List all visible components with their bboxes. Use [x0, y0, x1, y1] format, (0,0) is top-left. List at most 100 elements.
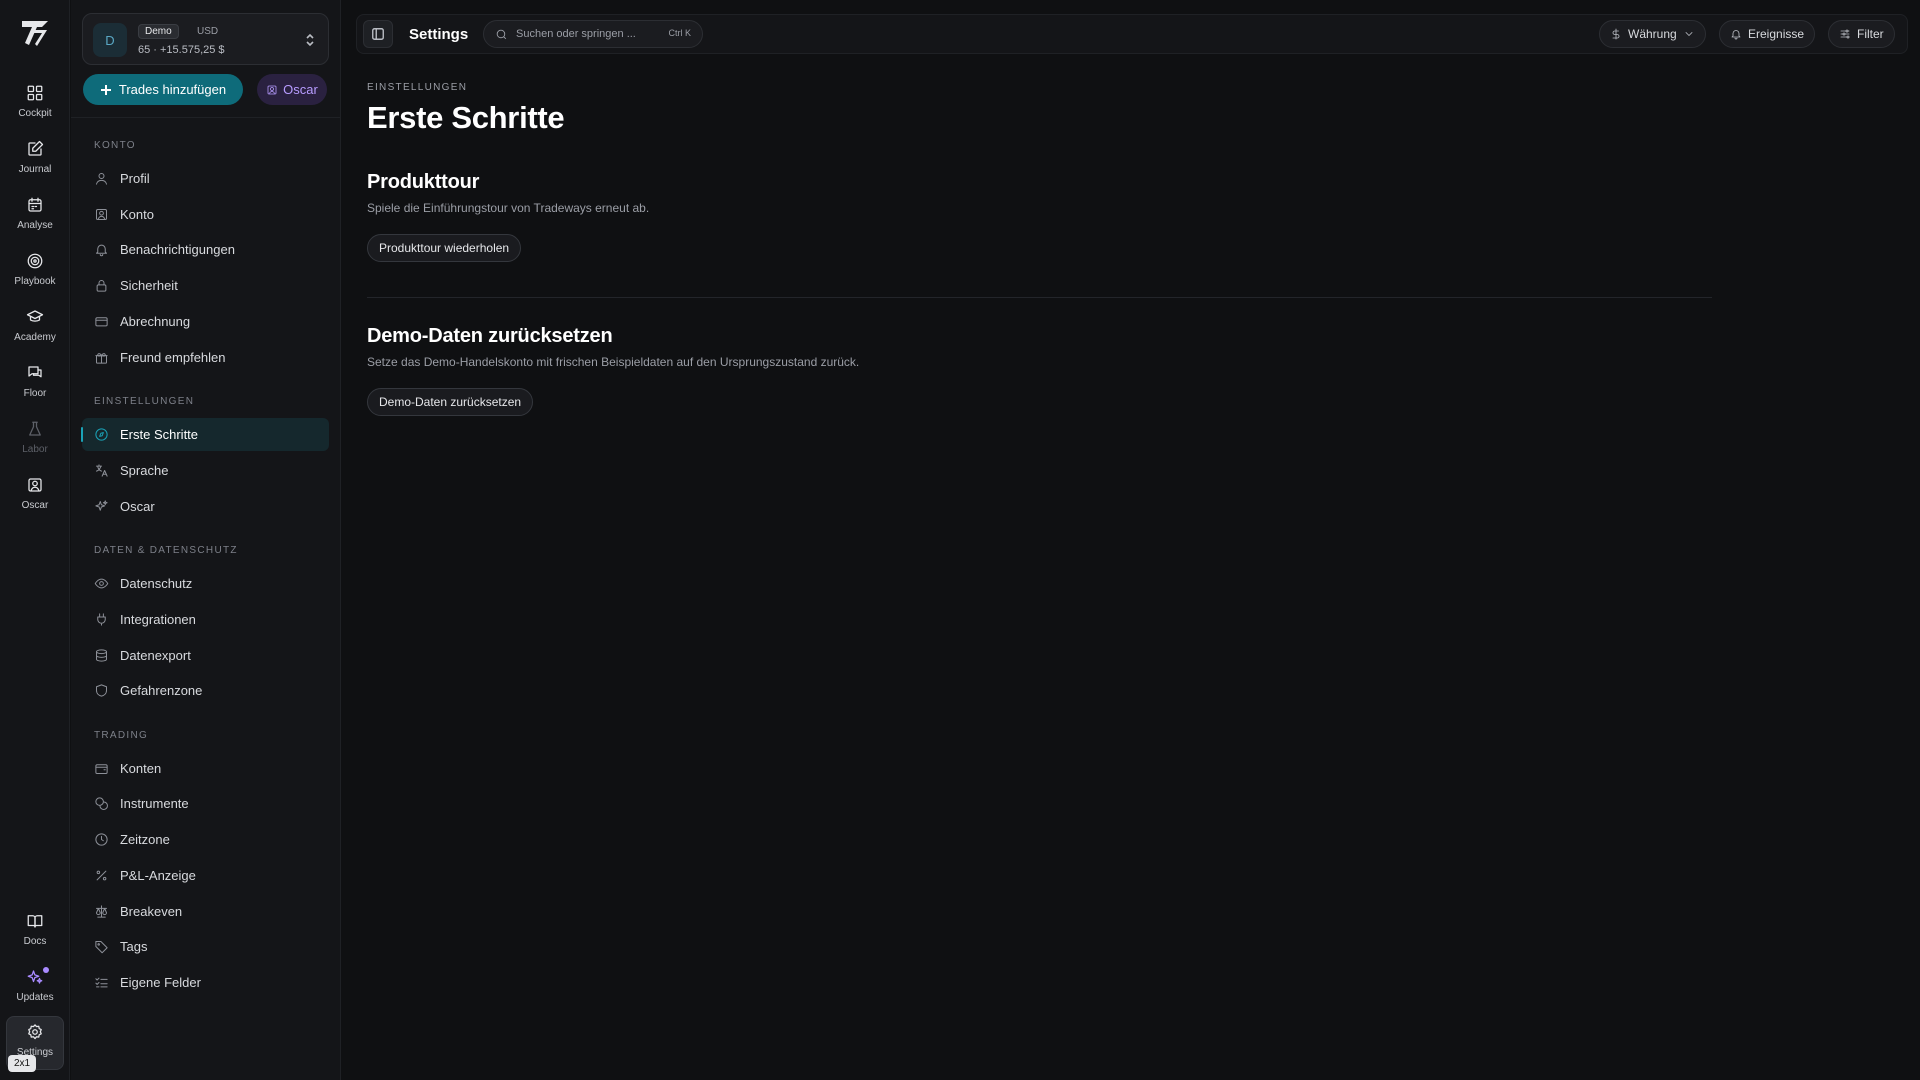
chevron-up-down-icon [304, 32, 316, 48]
sidebar-item-label: Benachrichtigungen [120, 242, 235, 257]
sidebar-item-konten[interactable]: Konten [82, 752, 329, 785]
rail-item-updates[interactable]: Updates [6, 962, 64, 1014]
sidebar-item-konto[interactable]: Konto [82, 198, 329, 231]
sidebar-item-zeitzone[interactable]: Zeitzone [82, 823, 329, 856]
currency-dropdown[interactable]: Währung [1599, 20, 1706, 48]
sidebar-item-benachrichtigungen[interactable]: Benachrichtigungen [82, 233, 329, 266]
list-check-icon [95, 977, 108, 988]
page-heading: Erste Schritte [367, 100, 565, 135]
sidebar-item-sicherheit[interactable]: Sicherheit [82, 269, 329, 302]
page-title: Settings [409, 26, 469, 43]
rail-item-playbook[interactable]: Playbook [6, 246, 64, 298]
sidebar-toggle-button[interactable] [363, 20, 393, 48]
sidebar-item-gefahrenzone[interactable]: Gefahrenzone [82, 674, 329, 707]
oscar-button[interactable]: Oscar [257, 74, 327, 105]
rail-item-labor[interactable]: Labor [6, 414, 64, 466]
reset-demo-data-button[interactable]: Demo-Daten zurücksetzen [367, 388, 534, 416]
sidebar-item-breakeven[interactable]: Breakeven [82, 895, 329, 928]
user-square-icon [28, 478, 42, 492]
sidebar-item-pl-anzeige[interactable]: P&L-Anzeige [82, 859, 329, 892]
chevron-down-icon [1685, 32, 1693, 36]
user-icon [96, 173, 107, 185]
replay-tour-button[interactable]: Produkttour wiederholen [367, 234, 522, 262]
rail-item-journal[interactable]: Journal [6, 134, 64, 186]
breadcrumb: EINSTELLUNGEN [367, 82, 468, 93]
account-type-badge: Demo [138, 24, 179, 39]
account-switcher[interactable]: D Demo USD 65 · +15.575,25 $ [82, 13, 329, 65]
sidebar-item-label: Freund empfehlen [120, 350, 226, 365]
rail-item-floor[interactable]: Floor [6, 358, 64, 410]
sidebar-item-instrumente[interactable]: Instrumente [82, 787, 329, 820]
sidebar-item-label: Integrationen [120, 612, 196, 627]
sidebar-item-sprache[interactable]: Sprache [82, 454, 329, 487]
events-label: Ereignisse [1748, 27, 1805, 41]
sidebar-item-label: Instrumente [120, 796, 189, 811]
shield-icon [96, 684, 107, 697]
divider [367, 297, 1712, 298]
filter-button[interactable]: Filter [1828, 20, 1895, 48]
sidebar-item-profil[interactable]: Profil [82, 162, 329, 195]
rail-label: Docs [23, 936, 47, 947]
sidebar-item-label: Datenschutz [120, 576, 193, 591]
search-icon [496, 29, 507, 40]
account-currency: USD [197, 26, 219, 37]
rail-item-academy[interactable]: Academy [6, 302, 64, 354]
section-heading-produkttour: Produkttour [367, 171, 480, 193]
target-icon [27, 253, 43, 269]
eye-icon [94, 578, 109, 589]
wallet-icon [95, 764, 108, 774]
sidebar-item-freund-empfehlen[interactable]: Freund empfehlen [82, 341, 329, 374]
credit-card-icon [95, 317, 108, 327]
rail-item-cockpit[interactable]: Cockpit [6, 78, 64, 130]
gift-icon [95, 353, 108, 364]
rail-label: Cockpit [18, 108, 52, 119]
calendar-icon [28, 197, 42, 212]
events-button[interactable]: Ereignisse [1719, 20, 1816, 48]
rail-item-analyse[interactable]: Analyse [6, 190, 64, 242]
filter-label: Filter [1857, 27, 1884, 41]
avatar: D [93, 23, 127, 57]
sidebar-item-integrationen[interactable]: Integrationen [82, 603, 329, 636]
sidebar-toggle-icon [372, 28, 384, 40]
sidebar-item-eigene-felder[interactable]: Eigene Felder [82, 966, 329, 999]
chat-icon [28, 366, 42, 378]
sidebar-item-label: Datenexport [120, 648, 191, 663]
account-balance: 65 · +15.575,25 $ [138, 44, 225, 56]
sidebar-item-datenexport[interactable]: Datenexport [82, 639, 329, 672]
sidebar-item-label: Tags [120, 939, 148, 954]
sliders-icon [1840, 29, 1850, 39]
rail-label: Analyse [17, 220, 53, 231]
sparkles-icon [27, 970, 43, 984]
rail-label: Oscar [21, 500, 49, 511]
sidebar-item-label: Breakeven [120, 904, 183, 919]
sidebar-item-datenschutz[interactable]: Datenschutz [82, 567, 329, 600]
section-heading-demo-reset: Demo-Daten zurücksetzen [367, 325, 613, 347]
sidebar-item-label: Konten [120, 761, 162, 776]
sidebar-item-abrechnung[interactable]: Abrechnung [82, 305, 329, 338]
sidebar-item-label: Abrechnung [120, 314, 191, 329]
edit-icon [28, 140, 44, 156]
search-placeholder: Suchen oder springen ... [516, 28, 636, 40]
section-title-trading: TRADING [94, 730, 149, 741]
sidebar-item-label: Profil [120, 171, 150, 186]
database-icon [96, 649, 107, 662]
sidebar-item-label: Konto [120, 207, 154, 222]
rail-item-docs[interactable]: Docs [6, 906, 64, 958]
user-square-icon [267, 85, 277, 94]
sidebar-item-label: Zeitzone [120, 832, 170, 847]
sidebar-item-label: Sicherheit [120, 278, 178, 293]
sidebar-item-tags[interactable]: Tags [82, 930, 329, 963]
search-input[interactable]: Suchen oder springen ... Ctrl K [483, 20, 703, 48]
plus-icon [100, 84, 111, 95]
percent-icon [96, 870, 107, 881]
sidebar-item-erste-schritte[interactable]: Erste Schritte [81, 418, 329, 451]
dollar-icon [1612, 28, 1620, 40]
currency-label: Währung [1628, 27, 1677, 41]
top-bar: Settings Suchen oder springen ... Ctrl K… [356, 14, 1908, 54]
add-trades-button[interactable]: Trades hinzufügen [83, 74, 243, 105]
compass-icon [95, 428, 108, 441]
rail-item-oscar[interactable]: Oscar [6, 470, 64, 522]
divider [71, 117, 340, 118]
sidebar-item-oscar[interactable]: Oscar [82, 490, 329, 523]
tradeways-logo[interactable] [20, 18, 50, 48]
